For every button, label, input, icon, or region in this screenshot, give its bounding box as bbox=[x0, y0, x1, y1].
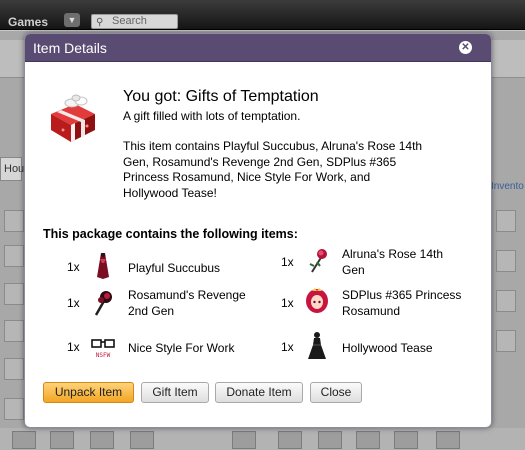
background-item-tile[interactable] bbox=[496, 250, 516, 272]
chevron-down-icon[interactable]: ▼ bbox=[64, 13, 80, 27]
background-item-tile[interactable] bbox=[356, 431, 380, 449]
search-icon: ⚲ bbox=[96, 17, 104, 28]
item-quantity: 1x bbox=[281, 255, 294, 269]
item-details-dialog: Item Details ✕ You got: Gifts of Temptat… bbox=[24, 33, 492, 428]
dialog-title: Item Details bbox=[33, 40, 107, 56]
background-item-tile[interactable] bbox=[90, 431, 114, 449]
background-item-tile[interactable] bbox=[278, 431, 302, 449]
background-item-tile[interactable] bbox=[436, 431, 460, 449]
background-item-tile[interactable] bbox=[4, 320, 24, 342]
item-name: Nice Style For Work bbox=[128, 341, 235, 355]
rose-bouquet-icon bbox=[94, 291, 112, 316]
dialog-header: Item Details bbox=[25, 34, 491, 62]
svg-text:NSFW: NSFW bbox=[96, 352, 111, 359]
item-quantity: 1x bbox=[67, 340, 80, 354]
background-item-tile[interactable] bbox=[4, 358, 24, 380]
item-name: SDPlus #365 Princess Rosamund bbox=[342, 288, 462, 318]
package-item: 1x NSFW Nice Style For Work bbox=[67, 331, 287, 365]
succubus-outfit-icon bbox=[97, 253, 109, 279]
background-item-tile[interactable] bbox=[4, 210, 24, 232]
item-quantity: 1x bbox=[281, 296, 294, 310]
item-name: Playful Succubus bbox=[128, 261, 221, 275]
background-item-tile[interactable] bbox=[496, 210, 516, 232]
gift-item-button[interactable]: Gift Item bbox=[141, 382, 209, 403]
item-quantity: 1x bbox=[281, 340, 294, 354]
close-icon[interactable]: ✕ bbox=[459, 41, 472, 54]
background-item-tile[interactable] bbox=[4, 283, 24, 305]
background-inventory-link[interactable]: Invento bbox=[491, 181, 524, 192]
item-quantity: 1x bbox=[67, 260, 80, 274]
top-navigation-bar: Games ▼ ⚲ Search bbox=[0, 0, 525, 30]
package-heading: This package contains the following item… bbox=[43, 227, 298, 241]
background-item-tile[interactable] bbox=[394, 431, 418, 449]
package-item: 1x Hollywood Tease bbox=[281, 331, 481, 365]
package-item: 1x SDPlus #365 Princess Rosamund bbox=[281, 287, 481, 321]
background-item-tile[interactable] bbox=[12, 431, 36, 449]
item-name: Rosamund's Revenge 2nd Gen bbox=[128, 288, 246, 318]
item-name: Hollywood Tease bbox=[342, 341, 433, 355]
background-item-tile[interactable] bbox=[318, 431, 342, 449]
search-input[interactable]: ⚲ Search bbox=[91, 14, 178, 29]
reward-description: This item contains Playful Succubus, Alr… bbox=[123, 139, 423, 200]
item-quantity: 1x bbox=[67, 296, 80, 310]
unpack-item-button[interactable]: Unpack Item bbox=[43, 382, 134, 403]
background-item-tile[interactable] bbox=[496, 290, 516, 312]
search-placeholder: Search bbox=[112, 15, 147, 27]
background-item-tile[interactable] bbox=[130, 431, 154, 449]
princess-avatar-icon bbox=[306, 288, 328, 313]
close-button[interactable]: Close bbox=[310, 382, 362, 403]
background-item-tile[interactable] bbox=[232, 431, 256, 449]
package-item: 1x Rosamund's Revenge 2nd Gen bbox=[67, 287, 287, 321]
donate-item-button[interactable]: Donate Item bbox=[215, 382, 303, 403]
black-dress-icon bbox=[308, 332, 326, 359]
background-item-tile[interactable] bbox=[50, 431, 74, 449]
background-item-tile[interactable] bbox=[4, 245, 24, 267]
background-item-tile[interactable] bbox=[496, 330, 516, 352]
item-name: Alruna's Rose 14th Gen bbox=[342, 247, 444, 277]
reward-title: You got: Gifts of Temptation bbox=[123, 88, 319, 105]
background-tab[interactable]: Hou bbox=[0, 157, 24, 181]
gift-box-icon bbox=[51, 94, 95, 142]
glasses-icon: NSFW bbox=[91, 339, 115, 359]
games-menu-label[interactable]: Games bbox=[8, 15, 48, 29]
package-item: 1x Alruna's Rose 14th Gen bbox=[281, 246, 481, 280]
package-item: 1x Playful Succubus bbox=[67, 251, 267, 285]
reward-subtitle: A gift filled with lots of temptation. bbox=[123, 109, 301, 123]
background-item-tile[interactable] bbox=[4, 398, 24, 420]
rose-icon bbox=[309, 249, 327, 273]
